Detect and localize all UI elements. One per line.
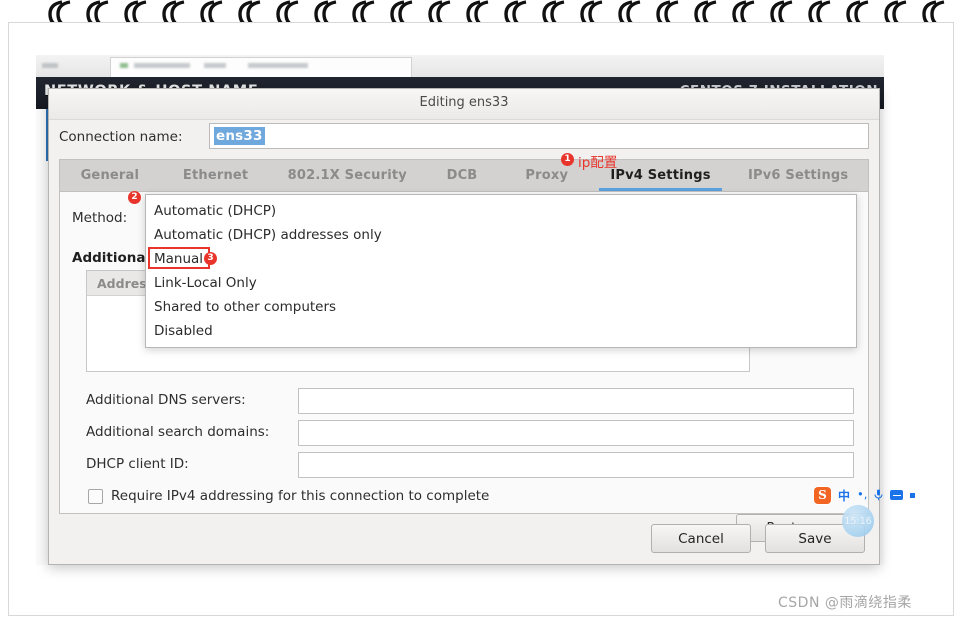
comma-icon[interactable]: •, [857, 489, 867, 501]
connection-name-input[interactable]: ens33 [209, 123, 869, 149]
dialog-title: Editing ens33 [419, 95, 509, 110]
ime-menu-icon[interactable] [910, 492, 916, 498]
method-option-shared-to-other-computers[interactable]: Shared to other computers [146, 295, 856, 319]
dns-servers-input[interactable] [298, 388, 854, 414]
blurred-desktop-toolbar [36, 55, 884, 78]
dialog-footer: Cancel Save [49, 514, 879, 564]
ime-language-toggle[interactable]: 中 [838, 487, 850, 504]
search-domains-row: Additional search domains: [86, 420, 854, 446]
tab-ipv6-settings[interactable]: IPv6 Settings [728, 159, 868, 191]
require-ipv4-row[interactable]: Require IPv4 addressing for this connect… [88, 488, 489, 504]
dns-servers-row: Additional DNS servers: [86, 388, 854, 414]
annotation-badge-2: 2 [128, 191, 141, 204]
annotation-note-ip-config: ip配置 [578, 155, 618, 171]
connection-name-value: ens33 [214, 127, 265, 145]
connection-name-label: Connection name: [59, 129, 183, 145]
settings-tab-strip: General Ethernet 802.1X Security DCB Pro… [59, 159, 869, 191]
method-dropdown-list[interactable]: Automatic (DHCP) Automatic (DHCP) addres… [145, 194, 857, 348]
sogou-ime-toolbar[interactable]: S 中 •, [810, 485, 919, 505]
connection-name-row: Connection name: ens33 [49, 119, 879, 157]
tab-dcb[interactable]: DCB [423, 159, 501, 191]
method-option-disabled[interactable]: Disabled [146, 319, 856, 343]
blur-mark [248, 63, 308, 68]
dhcp-client-id-label: DHCP client ID: [86, 456, 189, 472]
annotation-badge-1: 1 [561, 153, 574, 166]
require-ipv4-checkbox[interactable] [88, 488, 103, 504]
annotation-badge-3: 3 [204, 252, 217, 265]
search-domains-label: Additional search domains: [86, 424, 270, 440]
method-label: Method: [72, 210, 128, 226]
tab-general[interactable]: General [60, 159, 160, 191]
clock-bubble: 15:16 [842, 505, 874, 537]
method-option-automatic-dhcp[interactable]: Automatic (DHCP) [146, 199, 856, 223]
method-option-manual[interactable]: Manual [146, 247, 856, 271]
tab-ethernet[interactable]: Ethernet [160, 159, 272, 191]
watermark: CSDN @雨滴绕指柔 [778, 595, 912, 611]
keyboard-icon[interactable] [890, 490, 904, 500]
search-domains-input[interactable] [298, 420, 854, 446]
microphone-icon[interactable] [874, 489, 884, 501]
method-option-link-local-only[interactable]: Link-Local Only [146, 271, 856, 295]
manual-option-highlight-box [148, 247, 210, 269]
method-option-automatic-dhcp-addresses-only[interactable]: Automatic (DHCP) addresses only [146, 223, 856, 247]
blur-mark [42, 63, 58, 68]
sogou-logo-icon[interactable]: S [814, 486, 831, 504]
blur-mark [204, 63, 226, 68]
dns-servers-label: Additional DNS servers: [86, 392, 246, 408]
dhcp-client-id-row: DHCP client ID: [86, 452, 854, 478]
blur-mark [120, 63, 128, 68]
additional-addresses-label: Additional [72, 250, 151, 266]
dialog-titlebar: Editing ens33 [49, 89, 879, 120]
tab-8021x-security[interactable]: 802.1X Security [271, 159, 423, 191]
blur-mark [134, 63, 190, 68]
dhcp-client-id-input[interactable] [298, 452, 854, 478]
require-ipv4-label: Require IPv4 addressing for this connect… [111, 488, 490, 504]
cancel-button[interactable]: Cancel [651, 524, 751, 553]
